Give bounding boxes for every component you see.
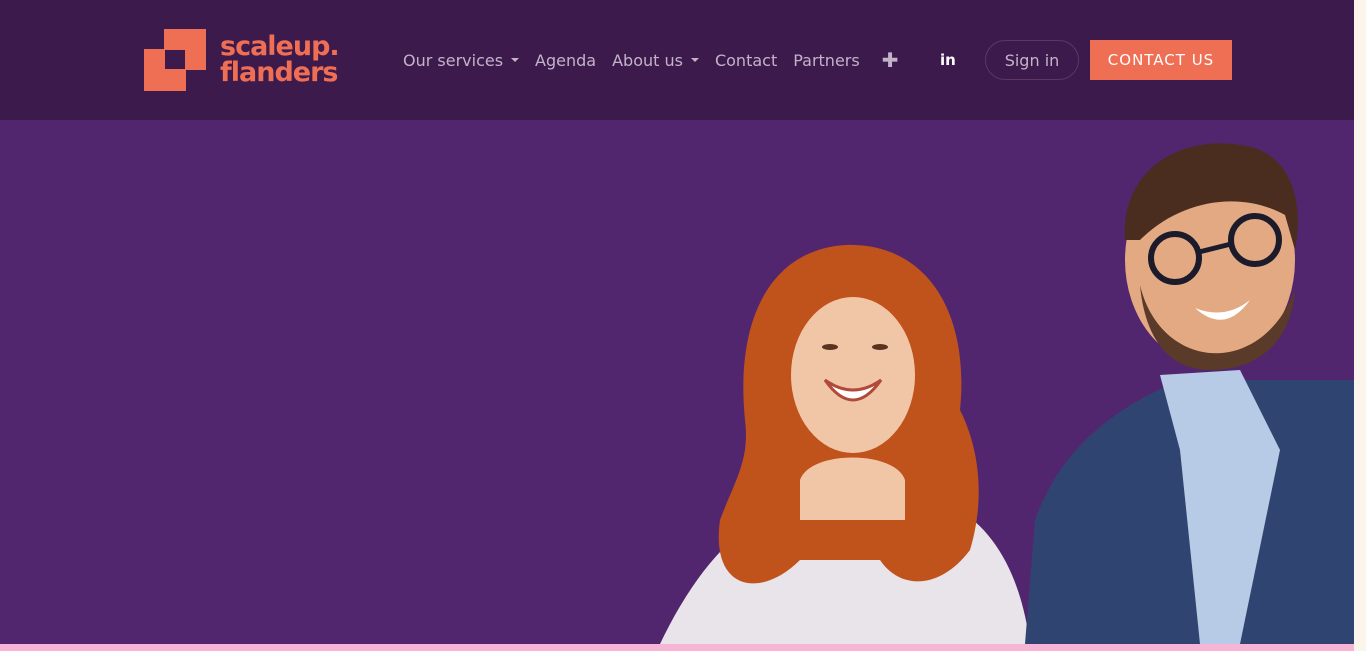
main-nav: Our services Agenda About us Contact Par… [403, 48, 898, 72]
chevron-down-icon [511, 58, 520, 62]
logo-mark-icon [144, 29, 206, 91]
nav-item-about-us[interactable]: About us [612, 51, 699, 70]
woman-figure [660, 244, 1030, 644]
sign-in-button[interactable]: Sign in [985, 40, 1079, 80]
nav-item-partners[interactable]: Partners [793, 51, 859, 70]
nav-item-agenda[interactable]: Agenda [535, 51, 596, 70]
nav-item-contact[interactable]: Contact [715, 51, 777, 70]
brand-line2: flanders [220, 57, 338, 88]
nav-item-label: About us [612, 50, 683, 70]
brand-logo[interactable]: scaleup. flanders [144, 29, 349, 91]
nav-item-our-services[interactable]: Our services [403, 50, 520, 70]
hero-photo [660, 143, 1354, 644]
hero-section [0, 120, 1354, 644]
nav-item-label: Agenda [535, 50, 597, 70]
nav-item-label: Partners [793, 50, 860, 70]
bottom-accent-strip [0, 644, 1354, 651]
linkedin-icon[interactable]: in [940, 51, 956, 69]
page-side-gutter [1354, 0, 1366, 651]
contact-us-button[interactable]: CONTACT US [1090, 40, 1232, 80]
brand-wordmark: scaleup. flanders [220, 34, 340, 88]
man-figure [1025, 143, 1354, 644]
plus-icon[interactable]: ✚ [882, 48, 899, 72]
nav-item-label: Contact [714, 50, 778, 70]
site-header: scaleup. flanders Our services Agenda Ab… [0, 0, 1354, 120]
nav-item-label: Our services [403, 50, 504, 70]
chevron-down-icon [690, 58, 699, 62]
